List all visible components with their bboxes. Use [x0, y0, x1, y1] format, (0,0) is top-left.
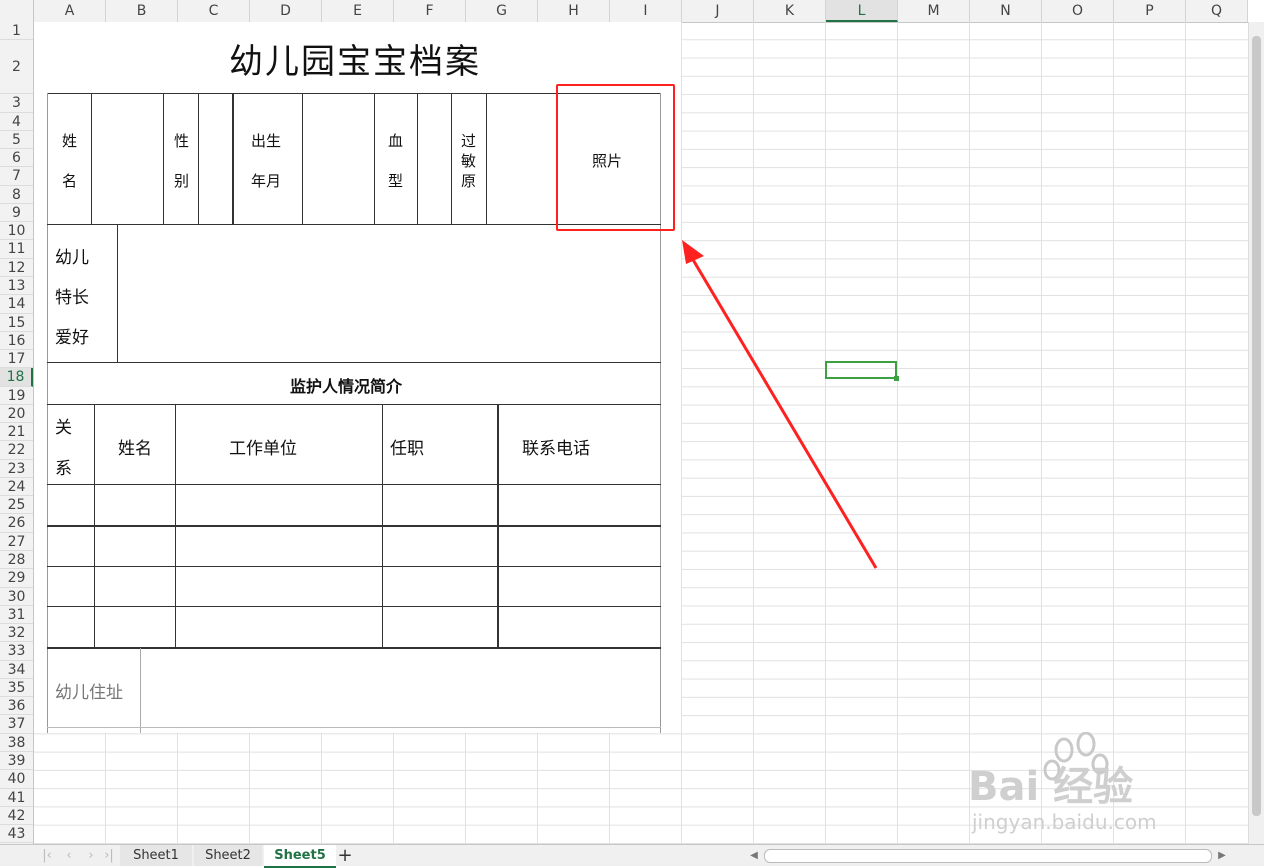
- horizontal-scrollbar[interactable]: [764, 849, 1212, 863]
- tab-sheet1[interactable]: Sheet1: [120, 845, 192, 866]
- vertical-scrollbar[interactable]: [1248, 22, 1264, 844]
- hscroll-right-icon[interactable]: ▶: [1216, 845, 1228, 866]
- hscroll-left-icon[interactable]: ◀: [748, 845, 760, 866]
- vertical-scroll-thumb[interactable]: [1252, 36, 1261, 816]
- tab-sheet5[interactable]: Sheet5: [264, 845, 336, 868]
- baidu-watermark: Bai 经验 jingyan.baidu.com: [968, 732, 1198, 838]
- sheet-tab-bar: |‹ ‹ › ›| Sheet1 Sheet2 Sheet5 + ◀ ▶: [0, 844, 1264, 868]
- nav-prev-icon[interactable]: ‹: [62, 845, 76, 866]
- nav-first-icon[interactable]: |‹: [40, 845, 54, 866]
- nav-next-icon[interactable]: ›: [84, 845, 98, 866]
- nav-last-icon[interactable]: ›|: [102, 845, 116, 866]
- watermark-brand: Bai 经验: [968, 764, 1134, 810]
- watermark-url: jingyan.baidu.com: [972, 810, 1157, 834]
- add-sheet-button[interactable]: +: [336, 845, 354, 866]
- selected-cell[interactable]: [825, 361, 899, 381]
- tab-sheet2[interactable]: Sheet2: [194, 845, 262, 866]
